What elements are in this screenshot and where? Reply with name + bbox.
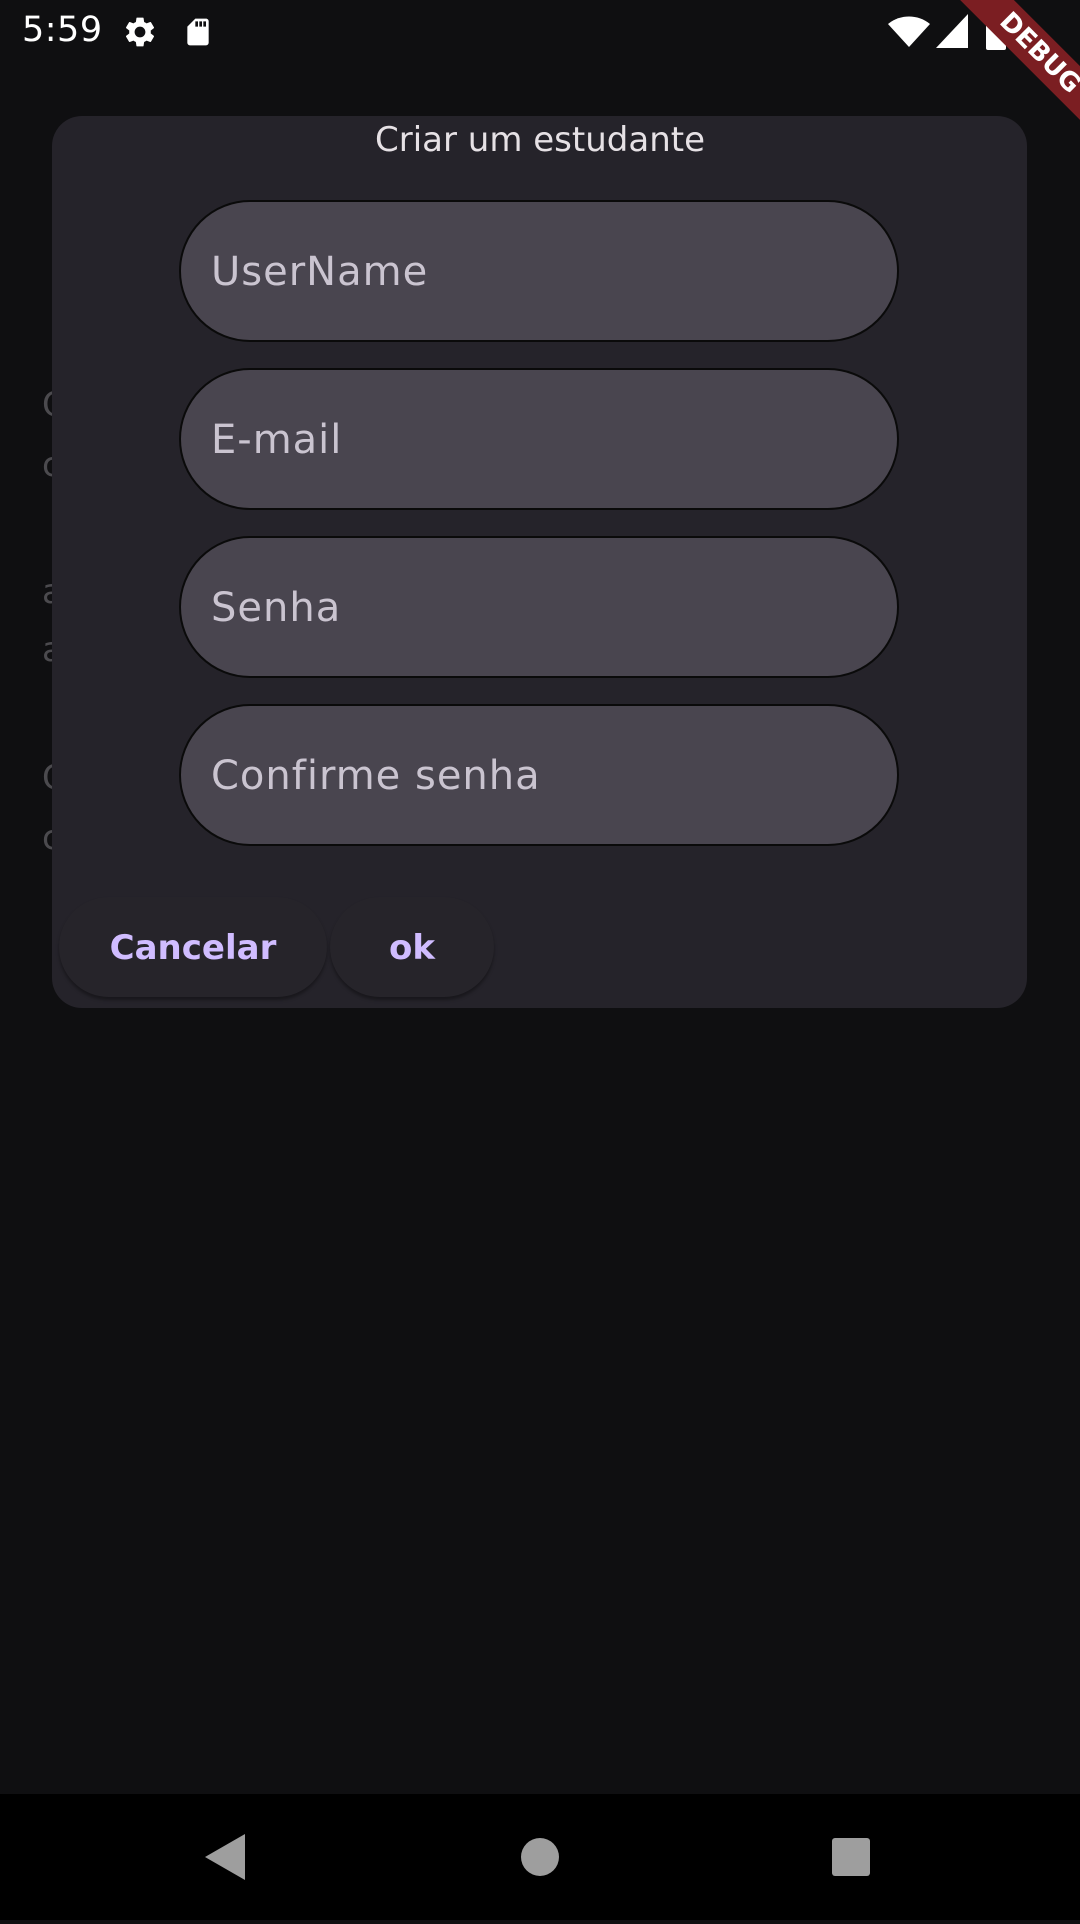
password-field[interactable] xyxy=(179,536,899,678)
back-icon xyxy=(205,1834,245,1880)
home-icon xyxy=(521,1838,559,1876)
recents-button[interactable] xyxy=(791,1794,911,1920)
wifi-icon xyxy=(888,16,930,52)
sd-card-icon xyxy=(182,14,214,54)
confirm-password-field[interactable] xyxy=(179,704,899,846)
cancel-button[interactable]: Cancelar xyxy=(59,897,327,997)
confirm-password-input[interactable] xyxy=(209,706,873,846)
username-field[interactable] xyxy=(179,200,899,342)
username-input[interactable] xyxy=(209,202,873,342)
status-bar: 5:59 xyxy=(0,0,1080,62)
cell-signal-icon xyxy=(936,14,968,52)
dialog-title: Criar um estudante xyxy=(375,120,705,160)
email-input[interactable] xyxy=(209,370,873,510)
email-field[interactable] xyxy=(179,368,899,510)
settings-icon xyxy=(122,14,158,54)
navigation-bar xyxy=(0,1794,1080,1920)
ok-button[interactable]: ok xyxy=(330,897,494,997)
home-button[interactable] xyxy=(480,1794,600,1920)
back-button[interactable] xyxy=(165,1794,285,1920)
battery-icon xyxy=(986,12,1006,54)
password-input[interactable] xyxy=(209,538,873,678)
recents-icon xyxy=(832,1838,870,1876)
status-time: 5:59 xyxy=(22,10,103,50)
